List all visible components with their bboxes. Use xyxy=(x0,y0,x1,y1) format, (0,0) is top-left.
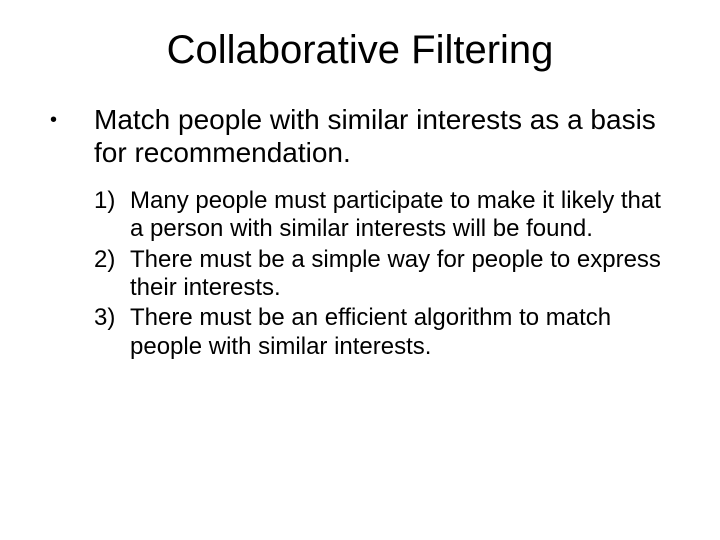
slide: Collaborative Filtering • Match people w… xyxy=(0,0,720,540)
list-item-number: 1) xyxy=(94,187,130,215)
list-item: 3) There must be an efficient algorithm … xyxy=(94,304,680,361)
bullet-text: Match people with similar interests as a… xyxy=(94,103,680,169)
bullet-row: • Match people with similar interests as… xyxy=(50,103,680,169)
bullet-dot-icon: • xyxy=(50,103,94,133)
list-item-text: There must be an efficient algorithm to … xyxy=(130,304,680,361)
list-item-text: There must be a simple way for people to… xyxy=(130,246,680,303)
slide-title: Collaborative Filtering xyxy=(40,28,680,73)
list-item-number: 2) xyxy=(94,246,130,274)
list-item-text: Many people must participate to make it … xyxy=(130,187,680,244)
numbered-list: 1) Many people must participate to make … xyxy=(94,187,680,361)
list-item: 1) Many people must participate to make … xyxy=(94,187,680,244)
list-item: 2) There must be a simple way for people… xyxy=(94,246,680,303)
list-item-number: 3) xyxy=(94,304,130,332)
